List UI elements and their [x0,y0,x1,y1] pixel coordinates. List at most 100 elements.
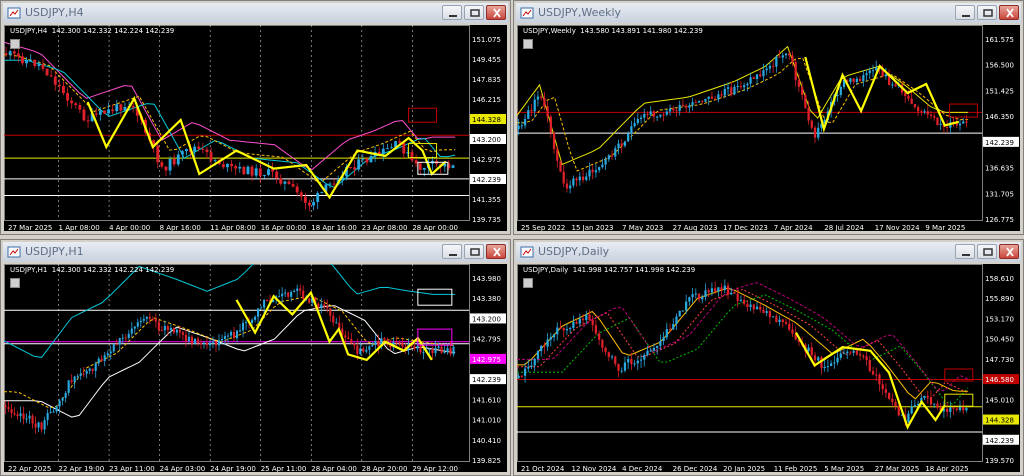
candle-body [601,339,604,348]
candle-body [723,88,726,96]
candle-body [8,51,12,55]
close-icon [1006,8,1014,18]
candle-body [891,84,894,86]
price-axis-label: 136.635 [985,165,1014,173]
minimize-button[interactable] [442,5,462,20]
candle-body [627,133,630,142]
close-button[interactable] [486,5,506,20]
price-chart-area[interactable]: 143.980 143.380 143.200 142.795 142.975 142.2… [4,264,507,472]
candle-body [43,420,46,430]
candle-body [933,403,936,405]
candle-body [781,319,784,322]
candle-body [685,301,688,311]
candle-body [414,160,418,164]
price-axis-label: 139.570 [985,457,1014,465]
candle-body [193,338,196,344]
candle-body [643,355,646,360]
chart-window-h4[interactable]: USDJPY,H4 151.075 149.455 147.835 146.215 14… [0,0,511,235]
candlestick-chart[interactable]: 143.980 143.380 143.200 142.795 142.975 142.2… [4,264,507,472]
candle-body [176,154,180,165]
close-button[interactable] [999,5,1019,20]
chart-scroll-icon[interactable] [523,39,533,49]
candle-body [746,83,749,86]
candle-body [368,346,371,350]
candle-body [350,338,353,344]
time-axis-label: 4 Dec 2024 [622,465,663,472]
candle-body [649,111,652,115]
candle-body [714,98,717,100]
titlebar[interactable]: USDJPY,Daily [516,242,1021,262]
candle-body [855,350,859,355]
candle-body [353,167,357,170]
candle-body [40,422,43,430]
candle-body [422,167,426,170]
chart-scroll-icon[interactable] [10,39,20,49]
candle-body [565,329,569,331]
candlestick-chart[interactable]: 151.075 149.455 147.835 146.215 144.328 143.2… [4,25,507,231]
candle-body [849,78,852,82]
minimize-button[interactable] [955,5,975,20]
candle-body [57,84,61,87]
price-axis-label: 144.328 [472,116,501,124]
candle-body [242,166,246,175]
minimize-button[interactable] [442,244,462,259]
price-chart-area[interactable]: 151.075 149.455 147.835 146.215 144.328 143.2… [4,25,507,231]
candle-body [926,111,929,115]
candle-body [235,330,239,339]
candle-body [365,349,368,352]
candle-body [891,398,894,403]
candle-body [675,316,678,325]
price-axis-label: 142.239 [985,437,1014,445]
candle-body [775,316,778,323]
time-axis-label: 7 Apr 2024 [774,224,813,231]
candle-body [205,342,209,346]
candle-body [320,191,324,193]
time-axis-label: 4 Apr 00:00 [109,224,150,231]
candle-body [16,53,20,57]
chart-scroll-icon[interactable] [523,278,533,288]
titlebar[interactable]: USDJPY,H1 [3,242,508,262]
candle-body [66,93,69,101]
candle-body [610,356,614,358]
time-axis-label: 24 Apr 19:00 [210,465,256,472]
close-button[interactable] [486,244,506,259]
time-axis-label: 17 Dec 2023 [723,224,768,231]
candlestick-chart[interactable]: 161.575 156.500 151.425 146.350 142.239 136.6… [517,25,1020,231]
candle-body [437,346,440,348]
candle-body [118,338,121,345]
titlebar[interactable]: USDJPY,H4 [3,3,508,23]
price-chart-area[interactable]: 158.610 155.890 153.170 150.450 147.730 146.5… [517,264,1020,472]
candlestick-chart[interactable]: 158.610 155.890 153.170 150.450 147.730 146.5… [517,264,1020,472]
candle-body [262,174,266,176]
chart-window-daily[interactable]: USDJPY,Daily 158.610 155.890 153.170 150.45… [513,239,1024,476]
candle-body [746,303,749,308]
chart-scroll-icon[interactable] [10,278,20,288]
chart-window-h1[interactable]: USDJPY,H1 143.980 143.380 143.200 142.795 14… [0,239,511,476]
titlebar[interactable]: USDJPY,Weekly [516,3,1021,23]
candle-body [581,176,585,181]
candle-body [726,87,730,89]
close-button[interactable] [999,244,1019,259]
candle-body [293,290,296,292]
candle-body [852,78,855,83]
chart-window-weekly[interactable]: USDJPY,Weekly 161.575 156.500 151.425 146.3… [513,0,1024,235]
candle-body [755,306,759,310]
candle-body [594,170,598,173]
restore-button[interactable] [977,5,997,20]
candle-body [739,299,743,301]
candle-body [299,288,302,291]
price-axis-label: 147.730 [985,356,1014,364]
candle-body [556,327,559,335]
price-chart-area[interactable]: 161.575 156.500 151.425 146.350 142.239 136.6… [517,25,1020,231]
candle-body [962,406,965,411]
restore-button[interactable] [464,5,484,20]
restore-button[interactable] [977,244,997,259]
candle-body [730,292,733,295]
time-axis-label: 22 Apr 19:00 [59,465,105,472]
candle-body [588,314,591,321]
candle-body [172,327,175,333]
candle-body [720,94,723,96]
minimize-button[interactable] [955,244,975,259]
restore-button[interactable] [464,244,484,259]
candle-body [142,318,145,321]
